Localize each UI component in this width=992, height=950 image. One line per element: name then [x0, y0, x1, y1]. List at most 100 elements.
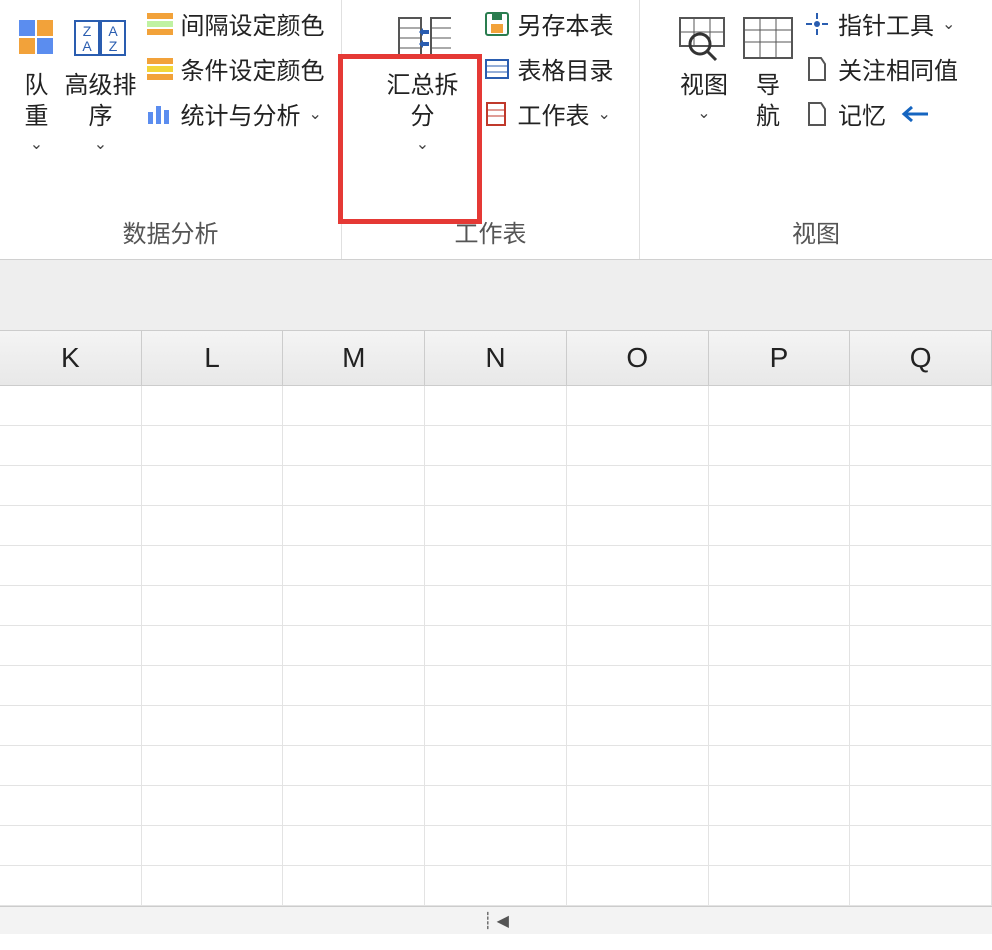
- grid-cell[interactable]: [142, 866, 284, 905]
- summary-split-button[interactable]: 汇总拆 分 ⌄: [368, 6, 478, 158]
- column-header-Q[interactable]: Q: [850, 331, 992, 385]
- column-header-K[interactable]: K: [0, 331, 142, 385]
- grid-cell[interactable]: [283, 866, 425, 905]
- grid-cell[interactable]: [567, 386, 709, 425]
- grid-cell[interactable]: [709, 666, 851, 705]
- grid-cell[interactable]: [283, 386, 425, 425]
- grid-cell[interactable]: [567, 506, 709, 545]
- grid-cell[interactable]: [709, 546, 851, 585]
- grid-cell[interactable]: [425, 506, 567, 545]
- grid-cell[interactable]: [850, 706, 992, 745]
- grid-cell[interactable]: [0, 546, 142, 585]
- grid-cell[interactable]: [142, 506, 284, 545]
- grid-cell[interactable]: [567, 666, 709, 705]
- grid-cell[interactable]: [567, 466, 709, 505]
- grid-cell[interactable]: [425, 706, 567, 745]
- arrow-left-icon[interactable]: [900, 99, 930, 129]
- grid-cell[interactable]: [709, 626, 851, 665]
- grid-cell[interactable]: [425, 866, 567, 905]
- grid-cell[interactable]: [142, 826, 284, 865]
- grid-cell[interactable]: [425, 826, 567, 865]
- grid-cell[interactable]: [425, 586, 567, 625]
- grid-cell[interactable]: [283, 626, 425, 665]
- grid-cell[interactable]: [142, 466, 284, 505]
- grid-cell[interactable]: [142, 786, 284, 825]
- grid-cell[interactable]: [0, 426, 142, 465]
- column-header-O[interactable]: O: [567, 331, 709, 385]
- grid-cell[interactable]: [567, 586, 709, 625]
- grid-cell[interactable]: [425, 786, 567, 825]
- grid-cell[interactable]: [850, 826, 992, 865]
- grid-cell[interactable]: [567, 626, 709, 665]
- grid-cell[interactable]: [142, 426, 284, 465]
- advanced-sort-button[interactable]: ZAAZ 高级排 序 ⌄: [61, 6, 141, 158]
- grid-cell[interactable]: [850, 866, 992, 905]
- grid-cell[interactable]: [850, 746, 992, 785]
- scroll-left-control[interactable]: ┊ ◀: [483, 911, 509, 931]
- interval-color-button[interactable]: 间隔设定颜色: [145, 6, 325, 41]
- grid-cell[interactable]: [709, 586, 851, 625]
- grid-cell[interactable]: [142, 746, 284, 785]
- grid-cell[interactable]: [0, 706, 142, 745]
- grid-cell[interactable]: [0, 506, 142, 545]
- grid-cell[interactable]: [283, 706, 425, 745]
- grid-cell[interactable]: [0, 386, 142, 425]
- table-directory-button[interactable]: 表格目录: [482, 51, 614, 86]
- grid-cell[interactable]: [283, 586, 425, 625]
- column-header-L[interactable]: L: [142, 331, 284, 385]
- grid-body[interactable]: [0, 386, 992, 906]
- grid-cell[interactable]: [709, 506, 851, 545]
- save-copy-button[interactable]: 另存本表: [482, 6, 614, 41]
- grid-cell[interactable]: [709, 866, 851, 905]
- column-header-M[interactable]: M: [283, 331, 425, 385]
- focus-same-value-button[interactable]: 关注相同值: [802, 51, 958, 86]
- view-button[interactable]: 视图 ⌄: [674, 6, 734, 127]
- grid-cell[interactable]: [850, 386, 992, 425]
- grid-cell[interactable]: [425, 466, 567, 505]
- grid-cell[interactable]: [425, 546, 567, 585]
- grid-cell[interactable]: [850, 626, 992, 665]
- grid-cell[interactable]: [0, 626, 142, 665]
- grid-cell[interactable]: [283, 666, 425, 705]
- grid-cell[interactable]: [142, 546, 284, 585]
- grid-cell[interactable]: [709, 386, 851, 425]
- grid-cell[interactable]: [142, 386, 284, 425]
- grid-cell[interactable]: [709, 746, 851, 785]
- grid-cell[interactable]: [709, 826, 851, 865]
- stat-analysis-button[interactable]: 统计与分析 ⌄: [145, 96, 325, 131]
- column-header-P[interactable]: P: [709, 331, 851, 385]
- grid-cell[interactable]: [850, 666, 992, 705]
- grid-cell[interactable]: [850, 466, 992, 505]
- grid-cell[interactable]: [850, 426, 992, 465]
- grid-cell[interactable]: [0, 586, 142, 625]
- grid-cell[interactable]: [567, 746, 709, 785]
- grid-cell[interactable]: [0, 866, 142, 905]
- condition-color-button[interactable]: 条件设定颜色: [145, 51, 325, 86]
- grid-cell[interactable]: [567, 786, 709, 825]
- grid-cell[interactable]: [283, 466, 425, 505]
- grid-cell[interactable]: [425, 426, 567, 465]
- grid-cell[interactable]: [142, 586, 284, 625]
- grid-cell[interactable]: [283, 506, 425, 545]
- grid-cell[interactable]: [0, 786, 142, 825]
- grid-cell[interactable]: [709, 466, 851, 505]
- grid-cell[interactable]: [142, 626, 284, 665]
- grid-cell[interactable]: [283, 546, 425, 585]
- grid-cell[interactable]: [850, 506, 992, 545]
- grid-cell[interactable]: [567, 426, 709, 465]
- grid-cell[interactable]: [567, 706, 709, 745]
- grid-cell[interactable]: [567, 866, 709, 905]
- grid-cell[interactable]: [425, 386, 567, 425]
- grid-cell[interactable]: [0, 666, 142, 705]
- grid-cell[interactable]: [425, 626, 567, 665]
- grid-cell[interactable]: [283, 826, 425, 865]
- grid-cell[interactable]: [850, 586, 992, 625]
- grid-cell[interactable]: [283, 786, 425, 825]
- memory-button[interactable]: 记忆: [802, 96, 958, 131]
- grid-cell[interactable]: [567, 546, 709, 585]
- grid-cell[interactable]: [142, 706, 284, 745]
- navigate-button[interactable]: 导 航: [738, 6, 798, 136]
- grid-cell[interactable]: [850, 546, 992, 585]
- grid-cell[interactable]: [283, 746, 425, 785]
- grid-cell[interactable]: [142, 666, 284, 705]
